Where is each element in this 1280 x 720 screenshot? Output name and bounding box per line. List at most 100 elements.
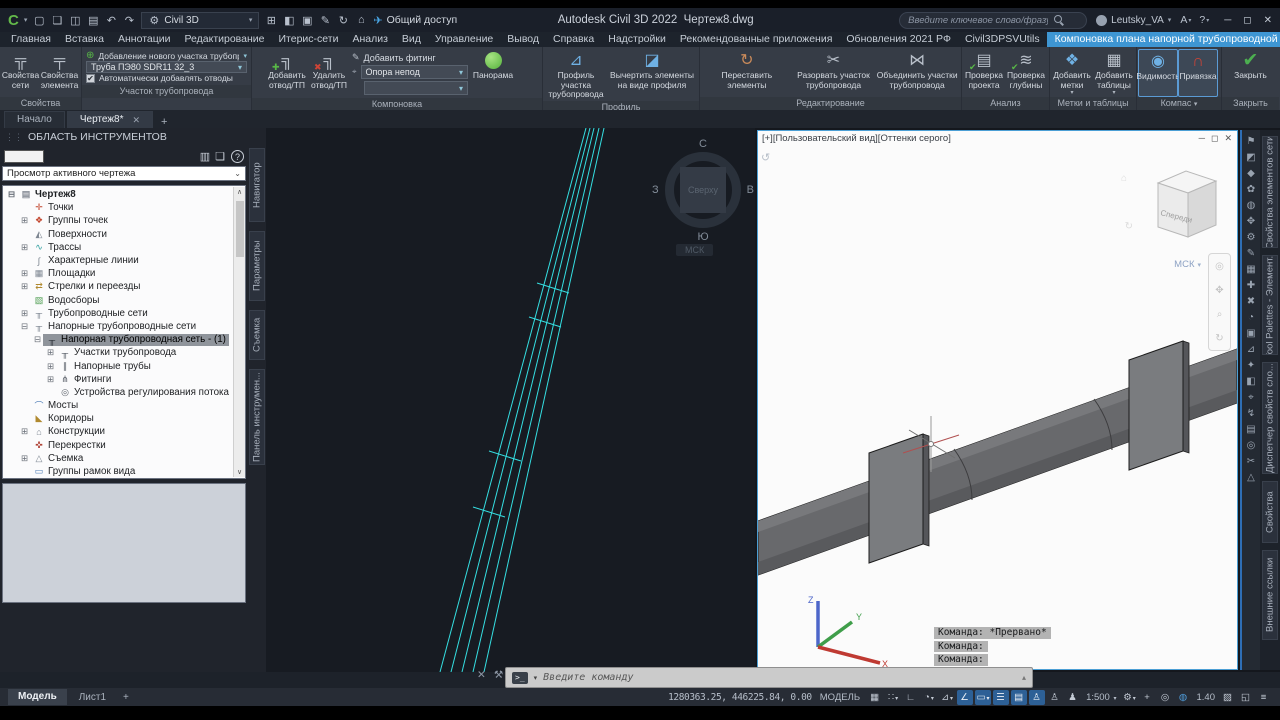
tree-item[interactable]: ▧ Водосборы (3, 294, 245, 307)
ribbon-tab[interactable]: Вставка (58, 32, 111, 47)
new-drawing-tab-button[interactable]: + (155, 116, 173, 128)
search-input[interactable] (908, 14, 1049, 26)
tree-item[interactable]: ◭ Поверхности (3, 228, 245, 241)
add-fitting-button[interactable]: ✎ Добавить фитинг (352, 52, 468, 63)
tree-item[interactable]: ⊞ ⇄ Стрелки и переезды (3, 280, 245, 293)
palette-view-icon[interactable]: ▥ (200, 150, 210, 163)
titlebar-icon[interactable]: ▣ (299, 14, 315, 27)
right-toolbar-icon[interactable]: ▤ (1246, 424, 1255, 435)
pan-icon[interactable]: ✥ (1215, 285, 1223, 296)
add-tables-button[interactable]: ▦ Добавить таблицы ▾ (1093, 49, 1135, 97)
viewport-close-icon[interactable]: ✕ (1224, 133, 1232, 144)
ribbon-tab[interactable]: Вид (395, 32, 428, 47)
toolspace-side-tab[interactable]: Съемка (249, 310, 265, 360)
ribbon-tab[interactable]: Надстройки (601, 32, 673, 47)
right-palette-tab[interactable]: Tool Palettes - Элемент... (1262, 255, 1278, 355)
tree-expander-icon[interactable]: ⊞ (19, 308, 30, 319)
tree-item[interactable]: ⊟ ╥ Напорные трубопроводные сети (3, 320, 245, 333)
right-toolbar-icon[interactable]: ⊿ (1247, 344, 1255, 355)
right-toolbar-icon[interactable]: △ (1247, 472, 1255, 483)
command-input[interactable]: Введите команду (543, 672, 1016, 683)
add-labels-button[interactable]: ❖ Добавить метки ▾ (1051, 49, 1093, 97)
tree-item[interactable]: ⊞ ╥ Участки трубопровода (3, 346, 245, 359)
ribbon-tab[interactable]: Справка (546, 32, 601, 47)
right-toolbar-icon[interactable]: ▦ (1246, 264, 1255, 275)
right-toolbar-icon[interactable]: ✿ (1247, 184, 1255, 195)
viewport-restore-icon[interactable]: ◻ (1211, 133, 1218, 144)
ribbon-tab[interactable]: Редактирование (178, 32, 272, 47)
ucs-badge[interactable]: МСК (676, 244, 714, 256)
right-toolbar-icon[interactable]: ✎ (1247, 248, 1255, 259)
compass-snap-button[interactable]: ∩ Привязка (1178, 49, 1218, 97)
support-style-select[interactable]: ▾ (364, 81, 468, 95)
right-toolbar-icon[interactable]: ◆ (1247, 168, 1255, 179)
titlebar-icon[interactable]: ⊞ (263, 14, 279, 27)
civil3d-logo-icon[interactable]: C (8, 12, 19, 29)
tree-item[interactable]: ✛ Точки (3, 201, 245, 214)
quick-access-icon[interactable]: ◫ (67, 14, 83, 27)
status-toggle[interactable]: ♙ (1047, 690, 1063, 705)
file-tab-close-icon[interactable]: ✕ (132, 112, 140, 128)
tree-item[interactable]: ▭ Группы рамок вида (3, 465, 245, 478)
model-3d-viewport[interactable]: Спереди [+][Пользовательский вид][Оттенк… (757, 130, 1238, 670)
tree-item[interactable]: ⊞ ╥ Трубопроводные сети (3, 307, 245, 320)
right-toolbar-icon[interactable]: ✚ (1247, 280, 1255, 291)
auto-bends-checkbox[interactable]: ✔ Автоматически добавлять отводы (86, 73, 247, 83)
right-palette-tab[interactable]: Свойства элементов сети (1262, 136, 1278, 248)
right-toolbar-icon[interactable]: ✦ (1247, 360, 1255, 371)
status-toggle[interactable]: ☰ (993, 689, 1010, 705)
right-palette-tab[interactable]: Диспетчер свойств сло... (1262, 362, 1278, 474)
viewcube-top-face[interactable]: Сверху (680, 167, 726, 213)
right-toolbar-icon[interactable]: ⚑ (1247, 136, 1256, 147)
tree-expander-icon[interactable]: ⊞ (45, 374, 56, 385)
tree-expander-icon[interactable]: ⊞ (19, 281, 30, 292)
right-toolbar-icon[interactable]: ✖ (1247, 296, 1255, 307)
layout1-tab[interactable]: Лист1 (71, 692, 114, 703)
tree-expander-icon[interactable]: ⊞ (19, 215, 30, 226)
merge-pipe-runs-button[interactable]: ⋈ Объединить участки трубопровода (874, 49, 960, 97)
break-pipe-run-button[interactable]: ✂ Разорвать участок трубопровода (793, 49, 875, 97)
tree-expander-icon[interactable]: ⊟ (6, 189, 17, 200)
draw-parts-in-profile-button[interactable]: ◪ Вычертить элементы на виде профиля (608, 49, 696, 101)
add-pipe-run-button[interactable]: ⊕ Добавление нового участка трубопровода… (86, 50, 247, 61)
viewcube-ucs-menu[interactable]: МСК ▾ (1174, 259, 1201, 270)
status-tool[interactable]: ◍ (1176, 690, 1192, 705)
tree-item[interactable]: ✜ Перекрестки (3, 439, 245, 452)
command-prompt-icon[interactable]: >_ (512, 671, 528, 684)
command-close-icon[interactable]: ✕ (477, 669, 486, 681)
restore-button[interactable]: ◻ (1243, 15, 1251, 26)
zoom-icon[interactable]: ⌕ (1217, 309, 1223, 320)
tree-expander-icon[interactable]: ⊞ (19, 242, 30, 253)
active-drawing-view-select[interactable]: Просмотр активного чертежа ⌄ (2, 166, 246, 181)
titlebar-icon[interactable]: ◧ (281, 14, 297, 27)
status-toggle[interactable]: ▤ (1011, 689, 1028, 705)
command-expand-icon[interactable]: ▴ (1022, 673, 1026, 682)
quick-access-icon[interactable]: ↷ (121, 14, 137, 27)
pipe-family-select[interactable]: Труба ПЭ80 SDR11 32_3 ▾ (86, 61, 247, 73)
titlebar-icon[interactable]: ⌂ (353, 14, 369, 27)
model-space-button[interactable]: МОДЕЛЬ (820, 692, 860, 703)
panorama-button[interactable]: Панорама (470, 49, 516, 98)
ribbon-tab[interactable]: Главная (4, 32, 58, 47)
app-menu-caret-icon[interactable]: ▾ (24, 16, 28, 24)
right-toolbar-icon[interactable]: ◍ (1247, 200, 1256, 211)
titlebar-right-icon[interactable]: ? ▾ (1199, 14, 1209, 26)
viewcube-home-icon[interactable]: ⌂ (1121, 173, 1127, 184)
tree-expander-icon[interactable]: ⊞ (19, 426, 30, 437)
tree-item[interactable]: ⌒ Мосты (3, 399, 245, 412)
right-toolbar-icon[interactable]: ✂ (1247, 456, 1255, 467)
viewport-minimize-icon[interactable]: ─ (1199, 133, 1205, 144)
new-layout-button[interactable]: + (118, 692, 134, 703)
status-end-icon[interactable]: ≡ (1256, 690, 1272, 705)
status-end-icon[interactable]: ▨ (1220, 690, 1236, 705)
navigation-bar[interactable]: ◎ ✥ ⌕ ↻ (1208, 253, 1231, 351)
right-toolbar-icon[interactable]: ✥ (1247, 216, 1255, 227)
tree-scrollbar[interactable]: ∧ ∨ (233, 187, 245, 477)
ribbon-tab[interactable]: Итерис-сети (272, 32, 346, 47)
status-tool[interactable]: + (1140, 690, 1156, 705)
right-toolbar-icon[interactable]: ⚙ (1247, 232, 1256, 243)
status-toggle[interactable]: ▭▾ (975, 689, 992, 705)
right-toolbar-icon[interactable]: ◔ (1248, 312, 1254, 323)
file-tab-start[interactable]: Начало (4, 111, 65, 128)
tree-expander-icon[interactable]: ⊞ (45, 347, 56, 358)
